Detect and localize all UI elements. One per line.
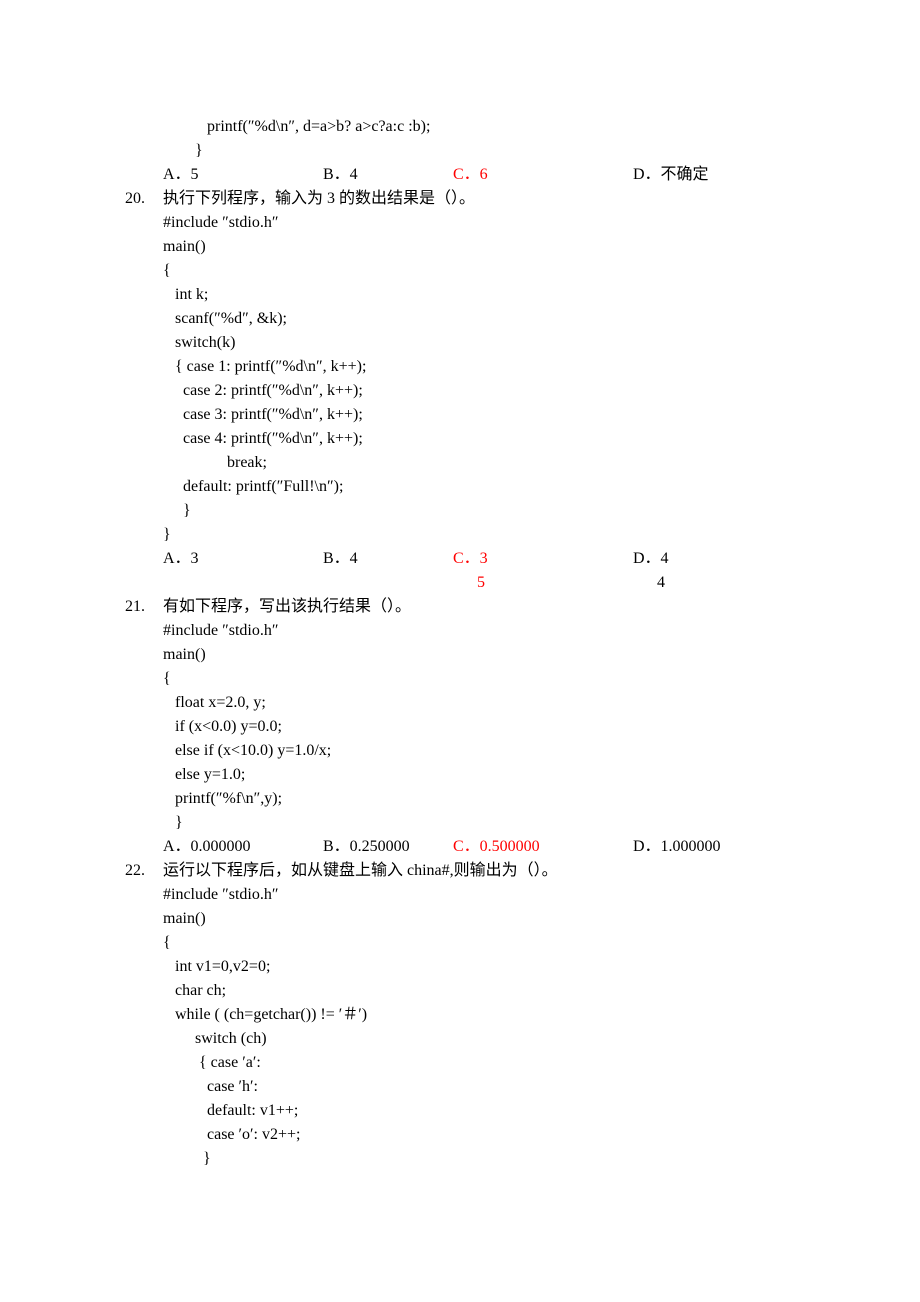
q20-heading: 20.执行下列程序，输入为 3 的数出结果是（）。 (125, 187, 805, 211)
code-line: } (163, 1147, 805, 1171)
code-line: switch (ch) (163, 1027, 805, 1051)
q21-options: A．0.000000 B．0.250000 C．0.500000 D．1.000… (125, 835, 805, 859)
q19-options: A．5 B．4 C．6 D．不确定 (125, 163, 805, 187)
code-line: main() (163, 235, 805, 259)
q21-option-b: B．0.250000 (323, 835, 453, 859)
code-line: int k; (163, 283, 805, 307)
q20-text: 执行下列程序，输入为 3 的数出结果是（）。 (163, 187, 475, 211)
q22-heading: 22.运行以下程序后，如从键盘上输入 china#,则输出为（）。 (125, 859, 805, 883)
q19-code-line: printf(″%d\n″, d=a>b? a>c?a:c :b); (125, 115, 805, 139)
q20-option-d-line2: 4 (633, 571, 665, 595)
code-line: case ′o′: v2++; (163, 1123, 805, 1147)
q20-option-c: C．3 (453, 547, 633, 571)
code-line: case 4: printf(″%d\n″, k++); (163, 427, 805, 451)
document-page: printf(″%d\n″, d=a>b? a>c?a:c :b); } A．5… (0, 0, 920, 1302)
code-line: float x=2.0, y; (163, 691, 805, 715)
code-line: case ′h′: (163, 1075, 805, 1099)
q20-options-line2: 5 4 (125, 571, 805, 595)
q20-option-c-line2: 5 (453, 571, 633, 595)
code-line: char ch; (163, 979, 805, 1003)
q19-option-b: B．4 (323, 163, 453, 187)
code-line: case 2: printf(″%d\n″, k++); (163, 379, 805, 403)
q20-number: 20. (125, 187, 163, 211)
code-line: } (163, 499, 805, 523)
q20-option-b: B．4 (323, 547, 453, 571)
code-line: { case ′a′: (163, 1051, 805, 1075)
code-line: default: v1++; (163, 1099, 805, 1123)
q21-text: 有如下程序，写出该执行结果（）。 (163, 595, 411, 619)
code-line: while ( (ch=getchar()) != ′＃′) (163, 1003, 805, 1027)
code-line: { case 1: printf(″%d\n″, k++); (163, 355, 805, 379)
code-line: switch(k) (163, 331, 805, 355)
code-line: } (163, 523, 805, 547)
q21-heading: 21.有如下程序，写出该执行结果（）。 (125, 595, 805, 619)
q19-code-line: } (125, 139, 805, 163)
code-line: int v1=0,v2=0; (163, 955, 805, 979)
code-line: { (163, 259, 805, 283)
q21-option-c: C．0.500000 (453, 835, 633, 859)
code-line: { (163, 667, 805, 691)
code-line: else y=1.0; (163, 763, 805, 787)
code-line: #include ″stdio.h″ (163, 211, 805, 235)
code-line: scanf(″%d″, &k); (163, 307, 805, 331)
code-line: main() (163, 907, 805, 931)
code-line: else if (x<10.0) y=1.0/x; (163, 739, 805, 763)
code-line: } (163, 811, 805, 835)
code-line: if (x<0.0) y=0.0; (163, 715, 805, 739)
code-line: break; (163, 451, 805, 475)
q20-code: #include ″stdio.h″ main() { int k; scanf… (125, 211, 805, 547)
q21-code: #include ″stdio.h″ main() { float x=2.0,… (125, 619, 805, 835)
q22-number: 22. (125, 859, 163, 883)
q21-option-d: D．1.000000 (633, 835, 721, 859)
q20-options: A．3 B．4 C．3 D．4 (125, 547, 805, 571)
code-line: #include ″stdio.h″ (163, 883, 805, 907)
q21-option-a: A．0.000000 (163, 835, 323, 859)
q22-code: #include ″stdio.h″ main() { int v1=0,v2=… (125, 883, 805, 1171)
spacer (323, 571, 453, 595)
q20-option-a: A．3 (163, 547, 323, 571)
code-line: default: printf(″Full!\n″); (163, 475, 805, 499)
code-line: { (163, 931, 805, 955)
q19-option-c: C．6 (453, 163, 633, 187)
code-line: case 3: printf(″%d\n″, k++); (163, 403, 805, 427)
code-line: printf(″%f\n″,y); (163, 787, 805, 811)
q22-text: 运行以下程序后，如从键盘上输入 china#,则输出为（）。 (163, 859, 558, 883)
q20-option-d: D．4 (633, 547, 669, 571)
code-line: #include ″stdio.h″ (163, 619, 805, 643)
q19-option-d: D．不确定 (633, 163, 709, 187)
q19-option-a: A．5 (163, 163, 323, 187)
q21-number: 21. (125, 595, 163, 619)
spacer (163, 571, 323, 595)
code-line: main() (163, 643, 805, 667)
